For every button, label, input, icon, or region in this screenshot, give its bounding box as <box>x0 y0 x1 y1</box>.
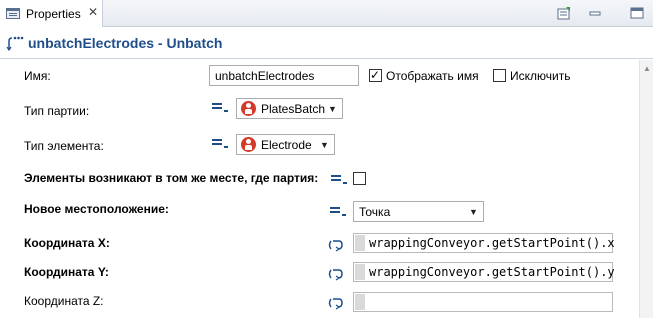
coord-x-value: wrappingConveyor.getStartPoint().x <box>369 236 615 250</box>
name-label: Имя: <box>24 69 51 83</box>
coord-x-field[interactable]: wrappingConveyor.getStartPoint().x <box>353 233 615 253</box>
element-type-label: Тип элемента: <box>24 139 104 153</box>
coord-y-label: Координата Y: <box>24 265 109 279</box>
code-gutter <box>355 264 365 280</box>
dynamic-parameter-icon[interactable] <box>327 238 345 252</box>
coord-y-value: wrappingConveyor.getStartPoint().y <box>369 265 615 279</box>
batch-type-label: Тип партии: <box>24 104 90 118</box>
dynamic-parameter-icon[interactable] <box>327 267 345 281</box>
show-name-label: Отображать имя <box>386 69 479 83</box>
static-parameter-icon[interactable] <box>330 206 346 218</box>
exclude-label: Исключить <box>510 69 571 83</box>
static-parameter-icon[interactable] <box>212 138 228 150</box>
chevron-down-icon: ▼ <box>320 140 329 150</box>
new-location-label: Новое местоположение: <box>24 202 169 216</box>
agent-type-icon <box>241 137 256 152</box>
vertical-scrollbar[interactable]: ▲ <box>639 60 653 318</box>
tab-label: Properties <box>26 6 81 21</box>
coord-z-field[interactable] <box>353 292 613 312</box>
same-place-label: Элементы возникают в том же месте, где п… <box>24 171 319 185</box>
static-parameter-icon[interactable] <box>212 102 228 114</box>
code-gutter <box>355 235 365 251</box>
static-parameter-icon[interactable] <box>331 174 347 186</box>
properties-header: unbatchElectrodes - Unbatch <box>0 28 653 59</box>
new-location-value: Точка <box>359 205 391 219</box>
close-icon[interactable]: ✕ <box>88 5 98 19</box>
unbatch-icon <box>6 36 24 51</box>
view-tab-bar: Properties ✕ <box>0 0 653 27</box>
scroll-up-icon[interactable]: ▲ <box>643 64 651 73</box>
same-place-checkbox[interactable] <box>353 172 366 185</box>
properties-form: Имя: unbatchElectrodes ✓ Отображать имя … <box>0 60 638 318</box>
batch-type-combo[interactable]: PlatesBatch ▼ <box>236 98 343 119</box>
chevron-down-icon: ▼ <box>328 104 337 114</box>
name-value: unbatchElectrodes <box>215 69 315 83</box>
coord-y-field[interactable]: wrappingConveyor.getStartPoint().y <box>353 262 615 282</box>
name-field[interactable]: unbatchElectrodes <box>209 65 359 86</box>
check-mark-icon: ✓ <box>370 68 381 82</box>
tab-properties[interactable]: Properties ✕ <box>0 0 103 27</box>
code-gutter <box>355 294 365 310</box>
element-type-combo[interactable]: Electrode ▼ <box>236 134 335 155</box>
properties-icon <box>6 8 20 19</box>
coord-x-label: Координата X: <box>24 236 110 250</box>
agent-type-icon <box>241 101 256 116</box>
maximize-icon[interactable] <box>630 6 644 20</box>
dynamic-parameter-icon[interactable] <box>327 296 345 310</box>
exclude-checkbox[interactable] <box>493 69 506 82</box>
chevron-down-icon: ▼ <box>469 207 478 217</box>
new-location-combo[interactable]: Точка ▼ <box>353 201 484 222</box>
show-name-checkbox[interactable]: ✓ <box>369 68 382 82</box>
page-title: unbatchElectrodes - Unbatch <box>28 35 223 51</box>
element-type-value: Electrode <box>261 138 312 152</box>
coord-z-label: Координата Z: <box>24 294 104 308</box>
batch-type-value: PlatesBatch <box>261 102 326 116</box>
minimize-icon[interactable] <box>588 6 602 20</box>
pin-icon[interactable] <box>557 6 571 20</box>
